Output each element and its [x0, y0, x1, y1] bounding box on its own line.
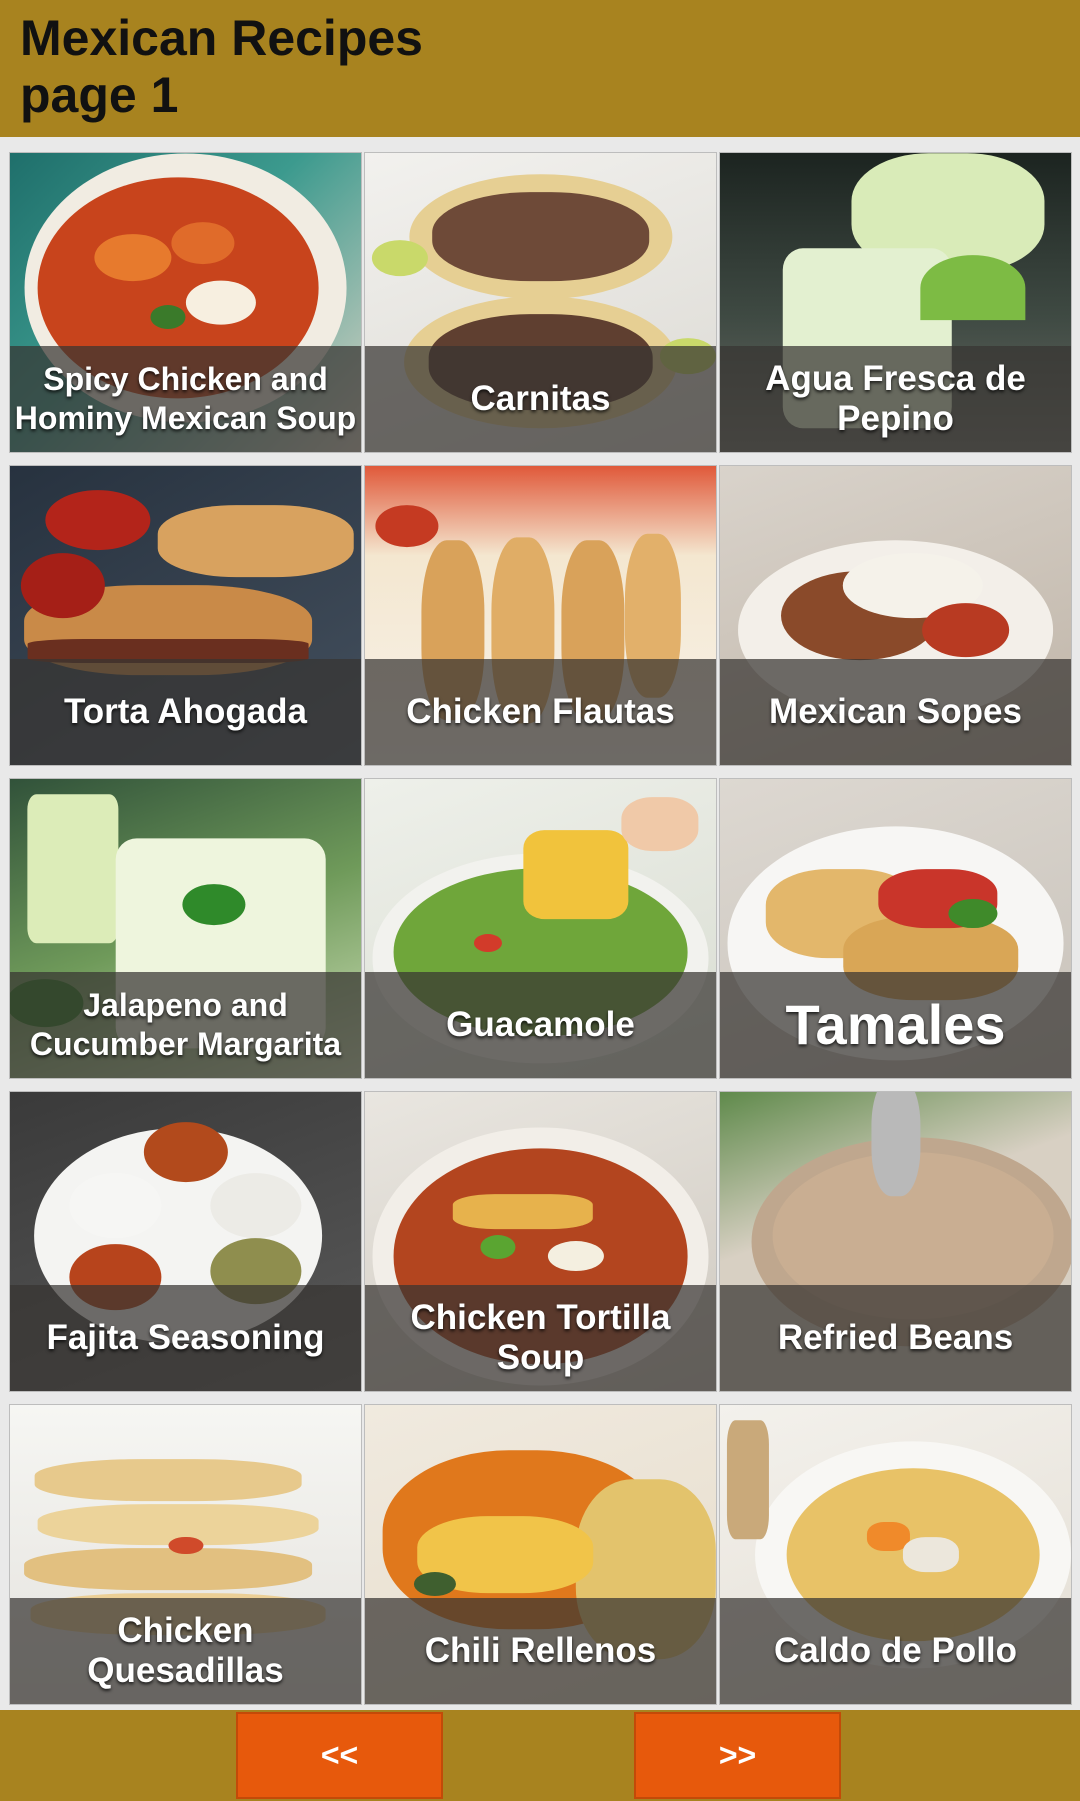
recipe-caption: Chicken Tortilla Soup — [365, 1285, 716, 1391]
recipe-tile[interactable]: Jalapeno and Cucumber Margarita — [9, 778, 362, 1079]
food-shape — [185, 280, 256, 325]
recipe-tile[interactable]: Refried Beans — [719, 1091, 1072, 1392]
recipe-tile[interactable]: Mexican Sopes — [719, 465, 1072, 766]
food-shape — [69, 1172, 161, 1239]
food-shape — [473, 934, 502, 953]
food-shape — [921, 603, 1010, 658]
recipe-tile[interactable]: Chili Rellenos — [364, 1404, 717, 1705]
recipe-tile[interactable]: Chicken Quesadillas — [9, 1404, 362, 1705]
previous-page-button[interactable]: << — [236, 1712, 443, 1799]
recipe-tile[interactable]: Carnitas — [364, 152, 717, 453]
food-shape — [34, 1458, 302, 1501]
recipe-title: Agua Fresca de Pepino — [765, 359, 1026, 438]
app-header: Mexican Recipes page 1 — [0, 0, 1080, 137]
food-shape — [27, 793, 119, 944]
recipe-tile[interactable]: Fajita Seasoning — [9, 1091, 362, 1392]
food-shape — [480, 1235, 516, 1260]
food-shape — [452, 1193, 594, 1230]
recipe-caption: Chicken Flautas — [365, 659, 716, 765]
recipe-caption: Chili Rellenos — [365, 1598, 716, 1704]
recipe-tile[interactable]: Chicken Tortilla Soup — [364, 1091, 717, 1392]
recipe-title: Mexican Sopes — [769, 692, 1022, 731]
recipe-title: Guacamole — [446, 1005, 635, 1044]
recipe-caption: Spicy Chicken and Hominy Mexican Soup — [10, 346, 361, 452]
recipe-caption: Tamales — [720, 972, 1071, 1078]
food-shape — [920, 254, 1026, 321]
recipe-caption: Caldo de Pollo — [720, 1598, 1071, 1704]
recipe-tile[interactable]: Torta Ahogada — [9, 465, 362, 766]
food-shape — [431, 191, 650, 282]
recipe-title: Tamales — [785, 993, 1006, 1056]
pagination-bar: << >> — [0, 1710, 1080, 1801]
food-shape — [20, 552, 105, 619]
food-shape — [167, 1536, 204, 1555]
recipe-title: Refried Beans — [777, 1318, 1014, 1357]
food-shape — [157, 504, 354, 577]
page-title: Mexican Recipes page 1 — [20, 10, 423, 123]
recipe-tile[interactable]: Guacamole — [364, 778, 717, 1079]
food-shape — [727, 1419, 770, 1540]
next-page-button[interactable]: >> — [634, 1712, 841, 1799]
recipe-tile[interactable]: Tamales — [719, 778, 1072, 1079]
recipe-tile[interactable]: Spicy Chicken and Hominy Mexican Soup — [9, 152, 362, 453]
food-shape — [375, 504, 439, 547]
food-shape — [210, 1172, 302, 1239]
recipe-caption: Agua Fresca de Pepino — [720, 346, 1071, 452]
recipe-tile[interactable]: Caldo de Pollo — [719, 1404, 1072, 1705]
recipe-tile[interactable]: Agua Fresca de Pepino — [719, 152, 1072, 453]
food-shape — [621, 796, 699, 851]
food-shape — [414, 1572, 457, 1597]
food-shape — [150, 305, 186, 330]
food-shape — [522, 829, 629, 920]
recipe-title: Fajita Seasoning — [46, 1318, 325, 1357]
food-shape — [372, 239, 429, 276]
recipe-title: Chicken Tortilla Soup — [410, 1298, 671, 1377]
recipe-caption: Chicken Quesadillas — [10, 1598, 361, 1704]
food-shape — [547, 1241, 604, 1272]
recipe-caption: Jalapeno and Cucumber Margarita — [10, 972, 361, 1078]
food-shape — [181, 883, 246, 926]
recipe-title: Carnitas — [470, 379, 611, 418]
recipe-caption: Refried Beans — [720, 1285, 1071, 1391]
recipe-grid: Spicy Chicken and Hominy Mexican Soup Ca… — [0, 137, 1080, 1710]
food-shape — [948, 898, 998, 929]
recipe-title: Chicken Quesadillas — [87, 1611, 284, 1690]
recipe-tile[interactable]: Chicken Flautas — [364, 465, 717, 766]
recipe-title: Caldo de Pollo — [773, 1631, 1018, 1670]
recipe-caption: Fajita Seasoning — [10, 1285, 361, 1391]
recipe-caption: Torta Ahogada — [10, 659, 361, 765]
food-shape — [902, 1536, 959, 1573]
food-shape — [171, 221, 235, 264]
food-shape — [143, 1121, 228, 1182]
recipe-caption: Guacamole — [365, 972, 716, 1078]
recipe-title: Jalapeno and Cucumber Margarita — [29, 987, 342, 1062]
food-shape — [24, 1548, 312, 1591]
food-shape — [45, 489, 151, 550]
recipe-title: Torta Ahogada — [63, 692, 308, 731]
recipe-title: Chili Rellenos — [424, 1631, 657, 1670]
food-shape — [94, 233, 172, 282]
recipe-title: Chicken Flautas — [406, 692, 675, 731]
food-shape — [870, 1092, 921, 1197]
recipe-title: Spicy Chicken and Hominy Mexican Soup — [14, 361, 357, 436]
recipe-caption: Mexican Sopes — [720, 659, 1071, 765]
recipe-caption: Carnitas — [365, 346, 716, 452]
